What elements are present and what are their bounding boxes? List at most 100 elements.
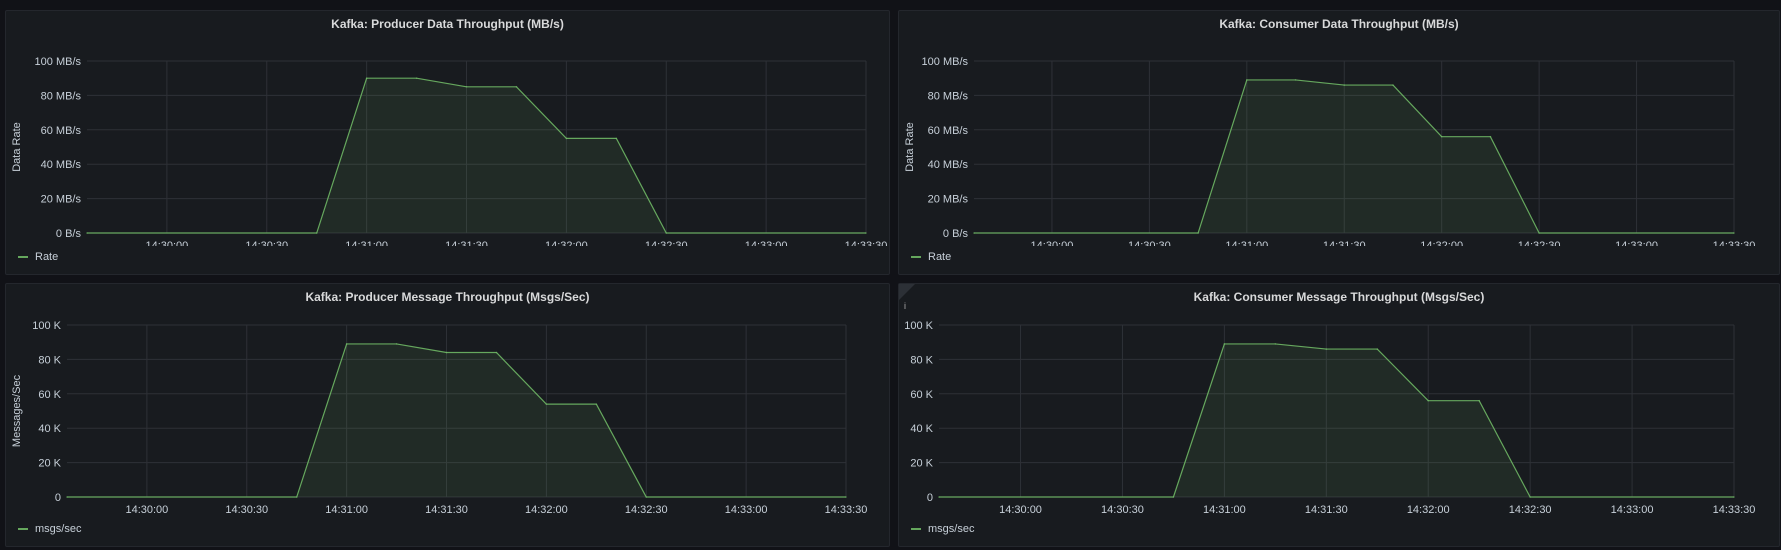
x-tick-label: 14:30:00 (125, 504, 168, 516)
x-tick-label: 14:33:00 (1611, 504, 1654, 516)
data-point (395, 343, 398, 345)
y-tick-label: 100 MB/s (35, 56, 82, 68)
data-point (415, 77, 418, 79)
x-tick-label: 14:32:30 (645, 240, 688, 246)
x-tick-label: 14:31:30 (1323, 240, 1366, 246)
panel-3[interactable]: Kafka: Producer Message Throughput (Msgs… (5, 283, 890, 547)
y-tick-label: 100 K (32, 320, 61, 332)
legend-item[interactable]: msgs/sec (911, 523, 974, 535)
data-point (1172, 496, 1175, 498)
data-point (1392, 84, 1394, 86)
x-tick-label: 14:30:00 (999, 504, 1042, 516)
legend-swatch-icon (911, 256, 921, 258)
y-tick-label: 40 MB/s (41, 159, 82, 171)
x-tick-label: 14:33:30 (845, 240, 888, 246)
y-tick-label: 20 K (910, 458, 933, 470)
data-point (1733, 232, 1735, 234)
data-point (1440, 135, 1443, 138)
data-point (515, 86, 518, 88)
data-point (315, 232, 318, 234)
x-tick-label: 14:32:30 (1509, 504, 1552, 516)
y-tick-label: 40 K (910, 423, 933, 435)
data-point (973, 232, 975, 234)
data-point (615, 137, 618, 140)
data-point (1343, 84, 1346, 86)
legend-item[interactable]: Rate (911, 251, 951, 263)
x-tick-label: 14:33:30 (1713, 504, 1756, 516)
legend-item[interactable]: msgs/sec (18, 523, 81, 535)
series-area (67, 343, 846, 497)
x-tick-label: 14:32:00 (1407, 504, 1450, 516)
data-point (365, 77, 368, 79)
x-tick-label: 14:31:00 (1203, 504, 1246, 516)
y-tick-label: 60 MB/s (928, 125, 969, 137)
x-tick-label: 14:33:30 (1713, 240, 1756, 246)
panel-1[interactable]: Kafka: Producer Data Throughput (MB/s) 0 … (5, 10, 890, 275)
y-tick-label: 0 B/s (943, 228, 969, 240)
chart-svg: 0 20 K 40 K 60 K 80 K 100 K 14:30:00 14:30:30 14… (11, 320, 868, 516)
x-tick-label: 14:31:00 (345, 240, 388, 246)
series-area (974, 79, 1734, 233)
data-point (1197, 232, 1199, 234)
legend-label[interactable]: msgs/sec (35, 523, 81, 535)
chart-svg: 0 B/s 20 MB/s 40 MB/s 60 MB/s 80 MB/s 100 MB/… (11, 56, 888, 246)
y-tick-label: 0 (927, 492, 933, 504)
data-point (1274, 343, 1277, 345)
x-tick-label: 14:32:00 (525, 504, 568, 516)
data-point (86, 232, 88, 234)
data-point (66, 496, 68, 498)
data-point (665, 232, 668, 234)
y-tick-label: 0 (55, 492, 61, 504)
data-point (565, 137, 568, 140)
data-point (1325, 348, 1328, 350)
x-tick-label: 14:33:30 (825, 504, 868, 516)
y-tick-label: 60 K (38, 389, 61, 401)
data-point (295, 496, 298, 498)
data-point (545, 403, 548, 405)
legend-label[interactable]: Rate (928, 251, 951, 263)
legend-item[interactable]: Rate (18, 251, 58, 263)
y-tick-label: 20 MB/s (41, 194, 82, 206)
x-tick-label: 14:30:00 (1031, 240, 1074, 246)
x-tick-label: 14:31:30 (1305, 504, 1348, 516)
data-point (1376, 348, 1379, 350)
y-tick-label: 80 K (910, 354, 933, 366)
data-point (1223, 343, 1226, 345)
x-tick-label: 14:31:00 (325, 504, 368, 516)
legend-label[interactable]: Rate (35, 251, 58, 263)
legend-swatch-icon (911, 528, 921, 530)
panel-2[interactable]: Kafka: Consumer Data Throughput (MB/s) 0 … (898, 10, 1780, 275)
y-tick-label: 0 B/s (56, 228, 82, 240)
y-tick-label: 100 K (904, 320, 933, 332)
y-tick-label: 80 MB/s (928, 90, 969, 102)
x-tick-label: 14:30:00 (145, 240, 188, 246)
y-axis-label: Data Rate (904, 122, 916, 172)
y-tick-label: 100 MB/s (922, 56, 969, 68)
data-point (845, 496, 847, 498)
data-point (495, 351, 498, 354)
y-tick-label: 20 K (38, 458, 61, 470)
y-tick-label: 20 MB/s (928, 194, 969, 206)
legend-swatch-icon (18, 256, 28, 258)
x-tick-label: 14:33:00 (1615, 240, 1658, 246)
x-tick-label: 14:31:00 (1225, 240, 1268, 246)
x-tick-label: 14:32:30 (625, 504, 668, 516)
data-point (465, 86, 468, 88)
series-area (87, 78, 866, 233)
panel-4[interactable]: i Kafka: Consumer Message Throughput (Msg… (898, 283, 1780, 547)
legend-swatch-icon (18, 528, 28, 530)
data-point (595, 403, 598, 405)
x-tick-label: 14:32:00 (1420, 240, 1463, 246)
y-tick-label: 40 MB/s (928, 159, 969, 171)
data-point (1538, 232, 1540, 234)
data-point (445, 351, 448, 354)
x-tick-label: 14:32:00 (545, 240, 588, 246)
data-point (1733, 496, 1735, 498)
data-point (1489, 135, 1492, 138)
data-point (865, 232, 867, 234)
legend-label[interactable]: msgs/sec (928, 523, 974, 535)
data-point (345, 343, 348, 345)
chart-svg: 0 B/s 20 MB/s 40 MB/s 60 MB/s 80 MB/s 100 MB/… (904, 56, 1756, 246)
data-point (1246, 79, 1248, 81)
x-tick-label: 14:31:30 (425, 504, 468, 516)
